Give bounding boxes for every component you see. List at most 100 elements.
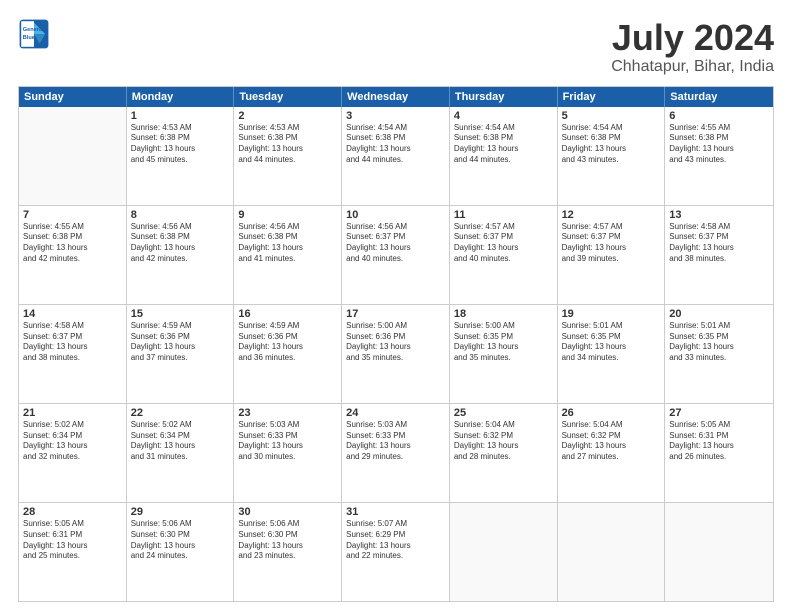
calendar-header: Sunday Monday Tuesday Wednesday Thursday… [19, 87, 773, 107]
header-thursday: Thursday [450, 87, 558, 107]
calendar-cell: 12Sunrise: 4:57 AM Sunset: 6:37 PM Dayli… [558, 206, 666, 304]
day-details: Sunrise: 4:59 AM Sunset: 6:36 PM Dayligh… [238, 321, 337, 364]
day-number: 15 [131, 308, 230, 320]
calendar-cell: 23Sunrise: 5:03 AM Sunset: 6:33 PM Dayli… [234, 404, 342, 502]
calendar-cell: 25Sunrise: 5:04 AM Sunset: 6:32 PM Dayli… [450, 404, 558, 502]
calendar-cell: 31Sunrise: 5:07 AM Sunset: 6:29 PM Dayli… [342, 503, 450, 601]
calendar-cell: 5Sunrise: 4:54 AM Sunset: 6:38 PM Daylig… [558, 107, 666, 205]
day-number: 12 [562, 209, 661, 221]
day-details: Sunrise: 5:01 AM Sunset: 6:35 PM Dayligh… [562, 321, 661, 364]
day-details: Sunrise: 4:58 AM Sunset: 6:37 PM Dayligh… [23, 321, 122, 364]
subtitle: Chhatapur, Bihar, India [611, 58, 774, 76]
day-details: Sunrise: 4:58 AM Sunset: 6:37 PM Dayligh… [669, 222, 769, 265]
day-number: 28 [23, 506, 122, 518]
calendar-cell: 18Sunrise: 5:00 AM Sunset: 6:35 PM Dayli… [450, 305, 558, 403]
header-tuesday: Tuesday [234, 87, 342, 107]
calendar-cell: 20Sunrise: 5:01 AM Sunset: 6:35 PM Dayli… [665, 305, 773, 403]
calendar-cell: 15Sunrise: 4:59 AM Sunset: 6:36 PM Dayli… [127, 305, 235, 403]
calendar-cell [665, 503, 773, 601]
calendar-row-4: 21Sunrise: 5:02 AM Sunset: 6:34 PM Dayli… [19, 404, 773, 503]
day-details: Sunrise: 5:06 AM Sunset: 6:30 PM Dayligh… [238, 519, 337, 562]
calendar-cell: 28Sunrise: 5:05 AM Sunset: 6:31 PM Dayli… [19, 503, 127, 601]
calendar-cell: 6Sunrise: 4:55 AM Sunset: 6:38 PM Daylig… [665, 107, 773, 205]
day-number: 5 [562, 110, 661, 122]
day-details: Sunrise: 4:54 AM Sunset: 6:38 PM Dayligh… [562, 123, 661, 166]
calendar-cell: 16Sunrise: 4:59 AM Sunset: 6:36 PM Dayli… [234, 305, 342, 403]
day-details: Sunrise: 5:02 AM Sunset: 6:34 PM Dayligh… [131, 420, 230, 463]
header-monday: Monday [127, 87, 235, 107]
day-details: Sunrise: 5:03 AM Sunset: 6:33 PM Dayligh… [238, 420, 337, 463]
calendar-cell: 11Sunrise: 4:57 AM Sunset: 6:37 PM Dayli… [450, 206, 558, 304]
calendar-cell: 8Sunrise: 4:56 AM Sunset: 6:38 PM Daylig… [127, 206, 235, 304]
calendar-cell: 24Sunrise: 5:03 AM Sunset: 6:33 PM Dayli… [342, 404, 450, 502]
calendar-cell: 2Sunrise: 4:53 AM Sunset: 6:38 PM Daylig… [234, 107, 342, 205]
header-saturday: Saturday [665, 87, 773, 107]
svg-text:Blue: Blue [23, 35, 35, 41]
day-details: Sunrise: 4:55 AM Sunset: 6:38 PM Dayligh… [669, 123, 769, 166]
day-details: Sunrise: 5:01 AM Sunset: 6:35 PM Dayligh… [669, 321, 769, 364]
day-details: Sunrise: 5:00 AM Sunset: 6:35 PM Dayligh… [454, 321, 553, 364]
calendar-cell: 4Sunrise: 4:54 AM Sunset: 6:38 PM Daylig… [450, 107, 558, 205]
calendar-cell: 19Sunrise: 5:01 AM Sunset: 6:35 PM Dayli… [558, 305, 666, 403]
calendar-row-1: 1Sunrise: 4:53 AM Sunset: 6:38 PM Daylig… [19, 107, 773, 206]
calendar-cell: 26Sunrise: 5:04 AM Sunset: 6:32 PM Dayli… [558, 404, 666, 502]
day-details: Sunrise: 4:55 AM Sunset: 6:38 PM Dayligh… [23, 222, 122, 265]
day-details: Sunrise: 4:56 AM Sunset: 6:38 PM Dayligh… [238, 222, 337, 265]
day-number: 11 [454, 209, 553, 221]
header-friday: Friday [558, 87, 666, 107]
title-block: July 2024 Chhatapur, Bihar, India [611, 18, 774, 76]
calendar: Sunday Monday Tuesday Wednesday Thursday… [18, 86, 774, 602]
day-number: 13 [669, 209, 769, 221]
day-details: Sunrise: 5:00 AM Sunset: 6:36 PM Dayligh… [346, 321, 445, 364]
calendar-cell: 9Sunrise: 4:56 AM Sunset: 6:38 PM Daylig… [234, 206, 342, 304]
calendar-cell: 22Sunrise: 5:02 AM Sunset: 6:34 PM Dayli… [127, 404, 235, 502]
day-details: Sunrise: 5:03 AM Sunset: 6:33 PM Dayligh… [346, 420, 445, 463]
day-details: Sunrise: 5:04 AM Sunset: 6:32 PM Dayligh… [562, 420, 661, 463]
calendar-cell: 29Sunrise: 5:06 AM Sunset: 6:30 PM Dayli… [127, 503, 235, 601]
calendar-body: 1Sunrise: 4:53 AM Sunset: 6:38 PM Daylig… [19, 107, 773, 601]
day-number: 23 [238, 407, 337, 419]
day-number: 19 [562, 308, 661, 320]
day-number: 1 [131, 110, 230, 122]
day-details: Sunrise: 5:02 AM Sunset: 6:34 PM Dayligh… [23, 420, 122, 463]
day-number: 26 [562, 407, 661, 419]
logo: General Blue [18, 18, 50, 50]
page: General Blue July 2024 Chhatapur, Bihar,… [0, 0, 792, 612]
calendar-cell: 3Sunrise: 4:54 AM Sunset: 6:38 PM Daylig… [342, 107, 450, 205]
day-details: Sunrise: 4:53 AM Sunset: 6:38 PM Dayligh… [131, 123, 230, 166]
day-details: Sunrise: 4:57 AM Sunset: 6:37 PM Dayligh… [562, 222, 661, 265]
day-details: Sunrise: 4:54 AM Sunset: 6:38 PM Dayligh… [346, 123, 445, 166]
day-details: Sunrise: 4:57 AM Sunset: 6:37 PM Dayligh… [454, 222, 553, 265]
day-number: 10 [346, 209, 445, 221]
calendar-cell: 30Sunrise: 5:06 AM Sunset: 6:30 PM Dayli… [234, 503, 342, 601]
day-details: Sunrise: 4:54 AM Sunset: 6:38 PM Dayligh… [454, 123, 553, 166]
calendar-cell: 10Sunrise: 4:56 AM Sunset: 6:37 PM Dayli… [342, 206, 450, 304]
day-details: Sunrise: 4:59 AM Sunset: 6:36 PM Dayligh… [131, 321, 230, 364]
header: General Blue July 2024 Chhatapur, Bihar,… [18, 18, 774, 76]
day-number: 18 [454, 308, 553, 320]
day-details: Sunrise: 5:05 AM Sunset: 6:31 PM Dayligh… [23, 519, 122, 562]
calendar-cell: 21Sunrise: 5:02 AM Sunset: 6:34 PM Dayli… [19, 404, 127, 502]
day-number: 20 [669, 308, 769, 320]
day-number: 7 [23, 209, 122, 221]
day-number: 9 [238, 209, 337, 221]
calendar-cell: 7Sunrise: 4:55 AM Sunset: 6:38 PM Daylig… [19, 206, 127, 304]
day-number: 17 [346, 308, 445, 320]
day-number: 31 [346, 506, 445, 518]
calendar-cell [558, 503, 666, 601]
day-number: 3 [346, 110, 445, 122]
day-details: Sunrise: 5:04 AM Sunset: 6:32 PM Dayligh… [454, 420, 553, 463]
calendar-cell: 1Sunrise: 4:53 AM Sunset: 6:38 PM Daylig… [127, 107, 235, 205]
day-details: Sunrise: 5:05 AM Sunset: 6:31 PM Dayligh… [669, 420, 769, 463]
day-number: 30 [238, 506, 337, 518]
day-details: Sunrise: 5:06 AM Sunset: 6:30 PM Dayligh… [131, 519, 230, 562]
calendar-cell [19, 107, 127, 205]
day-number: 22 [131, 407, 230, 419]
day-number: 29 [131, 506, 230, 518]
calendar-cell: 27Sunrise: 5:05 AM Sunset: 6:31 PM Dayli… [665, 404, 773, 502]
calendar-cell: 14Sunrise: 4:58 AM Sunset: 6:37 PM Dayli… [19, 305, 127, 403]
day-number: 16 [238, 308, 337, 320]
day-number: 14 [23, 308, 122, 320]
calendar-row-3: 14Sunrise: 4:58 AM Sunset: 6:37 PM Dayli… [19, 305, 773, 404]
day-number: 27 [669, 407, 769, 419]
